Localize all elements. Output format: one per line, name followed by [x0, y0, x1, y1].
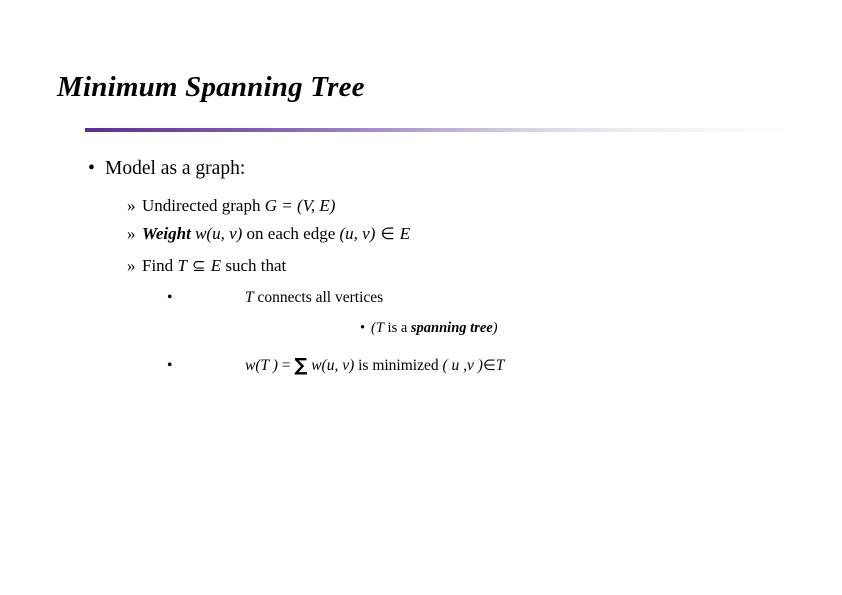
bullet-glyph-level3: •: [167, 289, 173, 306]
bullet-t-connects-all-vertices: • T connects all vertices: [167, 289, 383, 307]
bullet-undirected-graph: » Undirected graph G = (V, E): [127, 196, 335, 216]
undirected-lead-text: Undirected graph: [142, 196, 265, 215]
spanning-close-paren: ): [492, 320, 498, 336]
page-title: Minimum Spanning Tree: [57, 71, 365, 104]
bullet-weight-definition: » Weight w(u, v) on each edge (u, v) ∈ E: [127, 224, 410, 244]
weight-edge-set: E: [399, 224, 411, 243]
bullet-glyph-level4: •: [360, 320, 366, 336]
weight-term: Weight: [142, 224, 191, 243]
weight-middle-text: on each edge: [242, 224, 340, 243]
bullet-glyph-level2: »: [127, 196, 136, 215]
bullet-find-subset: » Find T ⊆ E such that: [127, 256, 286, 276]
equals-sign: =: [277, 357, 295, 374]
find-tree-symbol: T: [177, 256, 187, 275]
minimized-vertex-pair: ( u ,v ): [442, 357, 483, 374]
find-tail-text: such that: [221, 256, 287, 275]
connects-tree-symbol: T: [245, 289, 254, 306]
bullet-glyph-level1: •: [88, 158, 95, 179]
undirected-math-expression: G = (V, E): [264, 196, 336, 215]
title-underline-rule: [85, 128, 785, 132]
element-of-symbol: ∈: [482, 357, 496, 374]
bullet-glyph-level2: »: [127, 224, 136, 243]
bullet-model-as-a-graph: • Model as a graph:: [88, 158, 245, 180]
connects-tail-text: connects all vertices: [253, 289, 384, 306]
bullet-text-model-as-a-graph: Model as a graph:: [105, 158, 246, 179]
spanning-tree-term: spanning tree: [410, 320, 493, 336]
spanning-tree-symbol: T: [375, 320, 384, 336]
find-lead-text: Find: [142, 256, 178, 275]
bullet-glyph-level3: •: [167, 357, 173, 374]
minimized-tail-text: is minimized: [354, 357, 443, 374]
slide-canvas: Minimum Spanning Tree • Model as a graph:…: [0, 0, 842, 595]
minimized-tree-symbol: T: [495, 357, 505, 374]
bullet-spanning-tree-note: • (T is a spanning tree): [360, 320, 498, 337]
weight-edge-pair: (u, v): [339, 224, 376, 243]
summation-icon: ∑: [294, 355, 308, 376]
subset-of-symbol: ⊆: [186, 256, 211, 275]
slide-title-text: Minimum Spanning Tree: [57, 71, 365, 103]
find-edge-set-symbol: E: [210, 256, 222, 275]
spanning-middle-text: is a: [383, 320, 411, 336]
element-of-symbol: ∈: [375, 224, 400, 243]
minimized-lhs: w(T ): [245, 357, 278, 374]
bullet-glyph-level2: »: [127, 256, 136, 275]
minimized-weight-function: w(u, v): [307, 357, 355, 374]
weight-function: w(u, v): [190, 224, 243, 243]
bullet-weight-minimization-equation: • w(T ) = ∑ w(u, v) is minimized ( u ,v )…: [167, 355, 505, 377]
